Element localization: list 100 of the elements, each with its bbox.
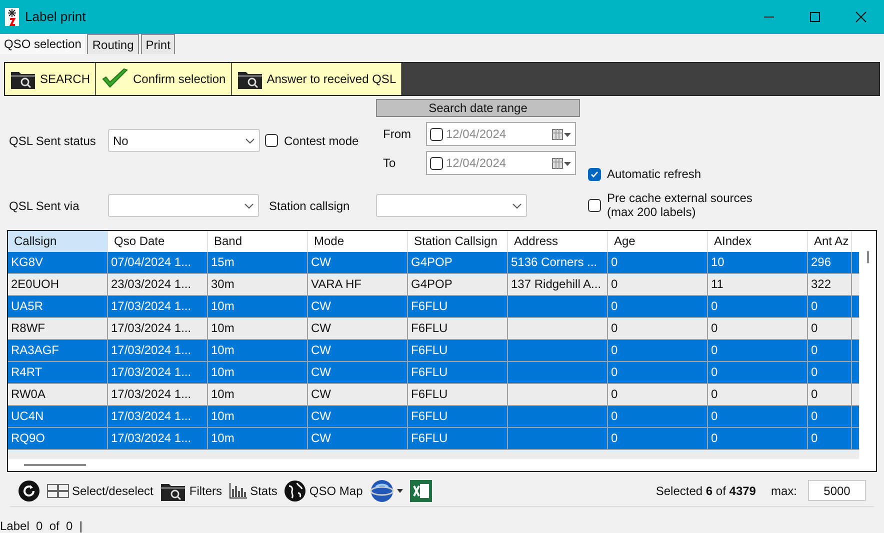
table-cell: 296: [811, 255, 832, 269]
table-row[interactable]: R8WF 17/03/2024 1... 10m CW F6FLU 0 0 0: [8, 318, 859, 340]
max-field[interactable]: 5000: [808, 480, 866, 501]
table-cell: 17/03/2024 1...: [111, 321, 192, 335]
date-field[interactable]: 12/04/2024: [426, 151, 576, 175]
table-cell: F6FLU: [411, 409, 448, 423]
toolbar-label[interactable]: Select/deselect: [72, 482, 154, 500]
table-cell: 0: [611, 255, 618, 269]
table-cell: G4POP: [411, 255, 452, 269]
table-cell: 10m: [211, 321, 234, 335]
table-cell: 17/03/2024 1...: [111, 365, 192, 379]
table-cell: 0: [811, 431, 818, 445]
table-cell: VARA HF: [311, 277, 362, 291]
table-cell: R4RT: [11, 365, 42, 379]
calendar-icon[interactable]: [552, 158, 572, 168]
table-row[interactable]: RW0A 17/03/2024 1... 10m CW F6FLU 0 0 0: [8, 384, 859, 406]
table-row[interactable]: R4RT 17/03/2024 1... 10m CW F6FLU 0 0 0: [8, 362, 859, 384]
table-cell: 17/03/2024 1...: [111, 431, 192, 445]
table-row[interactable]: RQ9O 17/03/2024 1... 10m CW F6FLU 0 0 0: [8, 428, 859, 450]
table-cell: CW: [311, 255, 331, 269]
table-cell: 5136 Corners ...: [511, 255, 598, 269]
table-cell: 0: [811, 299, 818, 313]
table-cell: 322: [811, 277, 832, 291]
table-cell: 0: [711, 387, 718, 401]
table-cell: 30m: [211, 277, 234, 291]
table-row[interactable]: UC4N 17/03/2024 1... 10m CW F6FLU 0 0 0: [8, 406, 859, 428]
field-label: To: [382, 155, 397, 172]
table-row[interactable]: 2E0UOH 23/03/2024 1... 30m VARA HF G4POP 137 Ridgehill A... 0 11 322: [8, 274, 859, 296]
table-cell: 0: [711, 365, 718, 379]
table-cell: 0: [711, 343, 718, 357]
table-cell: 0: [811, 321, 818, 335]
table-row[interactable]: RA3AGF 17/03/2024 1... 10m CW F6FLU 0 0 0: [8, 340, 859, 362]
date-field[interactable]: 12/04/2024: [426, 122, 576, 146]
checkbox-label: Pre cache external sources (max 200 labels): [607, 191, 752, 219]
vertical-scrollbar-thumb[interactable]: [866, 251, 868, 263]
table-row[interactable]: KG8V 07/04/2024 1... 15m CW G4POP 5136 Corners ... 0 10 296: [8, 252, 859, 274]
table-cell: 10: [711, 255, 724, 269]
table-cell: F6FLU: [411, 343, 448, 357]
table-cell: 0: [711, 321, 718, 335]
horizontal-scrollbar-thumb[interactable]: [24, 464, 86, 466]
table-cell: 0: [711, 299, 718, 313]
checkbox[interactable]: [265, 134, 278, 147]
table-cell: 10m: [211, 343, 234, 357]
checkbox[interactable]: [430, 156, 443, 170]
table-cell: 10m: [211, 299, 234, 313]
spreadsheet-icon[interactable]: [410, 480, 432, 502]
table-cell: 0: [611, 343, 618, 357]
max-label: max:: [770, 482, 797, 500]
table-cell: CW: [311, 365, 331, 379]
table-cell: CW: [311, 431, 331, 445]
table-cell: 23/03/2024 1...: [111, 277, 192, 291]
status-text: Label 0 of 0 |: [0, 518, 83, 533]
section-header: Search date range: [376, 99, 580, 117]
table-cell: 10m: [211, 409, 234, 423]
calendar-icon[interactable]: [552, 128, 572, 140]
toolbar-button[interactable]: Confirm selection: [96, 63, 232, 95]
toolbar-label[interactable]: Filters: [189, 482, 222, 500]
column-header[interactable]: Callsign: [8, 231, 108, 252]
table-cell: F6FLU: [411, 387, 448, 401]
table-row[interactable]: UA5R 17/03/2024 1... 10m CW F6FLU 0 0 0: [8, 296, 859, 318]
tab[interactable]: QSO selection: [0, 34, 86, 54]
table-cell: 0: [611, 277, 618, 291]
caret-icon[interactable]: [396, 488, 403, 492]
toolbar-button[interactable]: SEARCH: [5, 63, 96, 95]
dropdown[interactable]: No: [108, 129, 260, 152]
table-cell: 10m: [211, 365, 234, 379]
field-label: QSL Sent status: [9, 132, 97, 150]
table-cell: CW: [311, 387, 331, 401]
checkbox[interactable]: [430, 128, 443, 140]
checkbox[interactable]: [588, 168, 601, 180]
field-label: QSL Sent via: [9, 198, 80, 214]
table-cell: CW: [311, 299, 331, 313]
table-cell: F6FLU: [411, 299, 448, 313]
table-cell: RA3AGF: [11, 343, 60, 357]
table-cell: RW0A: [11, 387, 46, 401]
checkbox-label: Automatic refresh: [607, 166, 702, 183]
table-cell: 11: [711, 277, 724, 291]
tab[interactable]: Routing: [87, 34, 139, 54]
toolbar-label[interactable]: Stats: [250, 482, 278, 500]
table-cell: CW: [311, 409, 331, 423]
refresh-icon[interactable]: [18, 480, 40, 502]
table-cell: 17/03/2024 1...: [111, 299, 192, 313]
app-icon: [5, 8, 19, 26]
grid-icon[interactable]: [47, 484, 69, 498]
table-cell: 17/03/2024 1...: [111, 387, 192, 401]
chevron-down-icon: [244, 202, 254, 208]
table-cell: F6FLU: [411, 365, 448, 379]
table-cell: 17/03/2024 1...: [111, 343, 192, 357]
check-icon: [101, 68, 130, 90]
globe-icon[interactable]: [284, 480, 306, 502]
toolbar-button[interactable]: Answer to received QSL: [232, 63, 402, 95]
selection-count: Selected 6 of 4379: [656, 482, 756, 500]
toolbar-label[interactable]: QSO Map: [309, 482, 363, 500]
field-label: From: [382, 126, 412, 143]
table-cell: 07/04/2024 1...: [111, 255, 192, 269]
field-label: Station callsign: [269, 198, 351, 214]
tab[interactable]: Print: [140, 34, 176, 54]
table-cell: KG8V: [11, 255, 44, 269]
checkbox[interactable]: [588, 198, 601, 212]
bar-chart-icon[interactable]: [229, 482, 248, 498]
